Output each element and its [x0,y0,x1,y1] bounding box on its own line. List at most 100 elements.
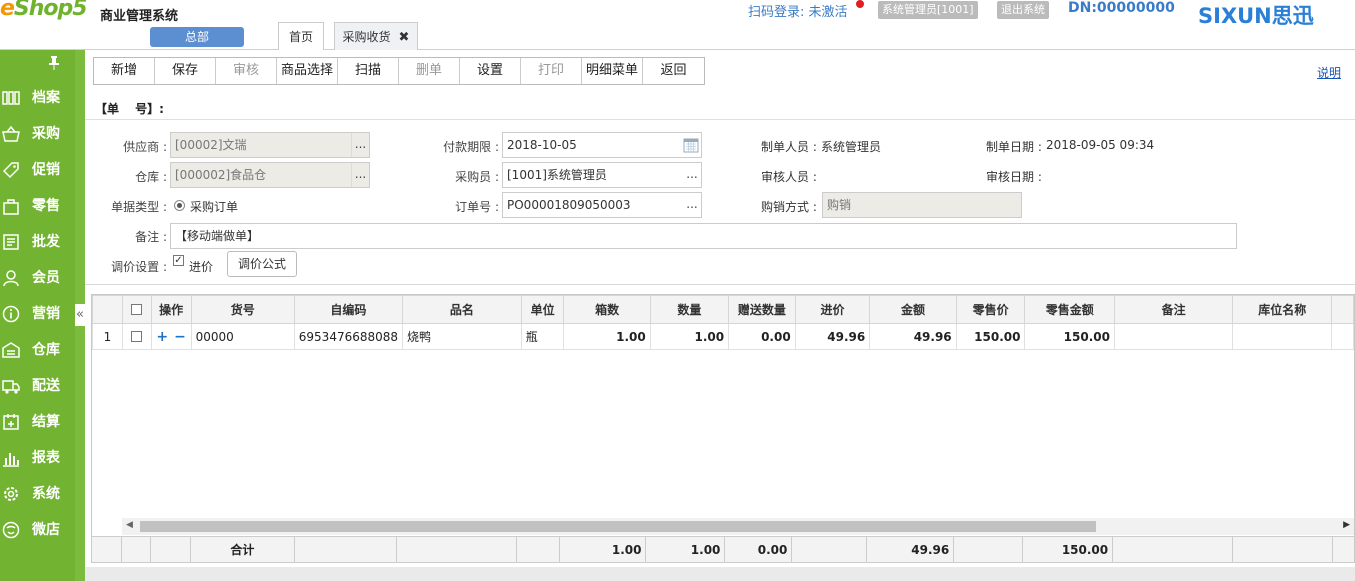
column-header-retail-amount[interactable]: 零售金额 [1024,295,1115,324]
sidebar-item-retail[interactable]: 零售 [0,188,75,224]
buyer-label: 采购员 : [455,170,499,184]
back-button[interactable]: 返回 [643,58,704,84]
sidebar-item-reports[interactable]: 报表 [0,440,75,476]
totals-table: 合计 1.00 1.00 0.00 49.96 150.00 [91,536,1355,563]
column-header-code[interactable]: 货号 [190,295,295,324]
settings-button[interactable]: 设置 [460,58,521,84]
scrollbar-thumb[interactable] [140,521,1096,532]
help-link[interactable]: 说明 [1317,64,1341,81]
column-header-retail[interactable]: 零售价 [955,295,1026,324]
column-header-unit[interactable]: 单位 [520,295,565,324]
scroll-right-icon[interactable]: ▶ [1343,520,1350,530]
cell-gift[interactable]: 0.00 [728,323,796,350]
tab-purchase-receipt[interactable]: 采购收货 ✖ [334,22,418,50]
order-picker-button[interactable]: ... [683,193,701,217]
doctype-radio[interactable] [174,200,185,211]
cell-name[interactable]: 烧鸭 [402,323,522,350]
close-icon[interactable]: ✖ [399,30,410,45]
column-header-boxes[interactable]: 箱数 [563,295,651,324]
cell-amount[interactable]: 49.96 [869,323,957,350]
sidebar-item-member[interactable]: 会员 [0,260,75,296]
scroll-left-icon[interactable]: ◀ [126,520,133,530]
audit-button[interactable]: 审核 [216,58,277,84]
remark-label: 备注 : [135,230,167,244]
sidebar-item-system[interactable]: 系统 [0,476,75,512]
table-row[interactable]: 1 + − 00000 6953476688088 烧鸭 瓶 1.00 1.00 … [92,323,1354,350]
sidebar-collapse-button[interactable]: « [75,304,85,326]
current-user[interactable]: 系统管理员[1001] [878,1,978,19]
warehouse-label: 仓库 : [135,170,167,184]
logout-button[interactable]: 退出系统 [997,1,1049,19]
cell-location[interactable] [1232,323,1333,350]
horizontal-scrollbar[interactable]: ◀ ▶ [122,518,1354,535]
order-number-field[interactable]: PO00001809050003... [502,192,702,218]
cell-boxes[interactable]: 1.00 [563,323,651,350]
sidebar-item-delivery[interactable]: 配送 [0,368,75,404]
pricing-formula-button[interactable]: 调价公式 [227,251,297,277]
doc-number-label: 【单 号】: [95,102,164,116]
cost-price-checkbox[interactable]: ✓ [173,255,184,266]
sidebar-item-wholesale[interactable]: 批发 [0,224,75,260]
sidebar-item-label: 促销 [32,162,60,178]
sidebar-item-promotion[interactable]: 促销 [0,152,75,188]
scan-button[interactable]: 扫描 [338,58,399,84]
delete-doc-button[interactable]: 删单 [399,58,460,84]
add-row-icon[interactable]: + [156,329,168,345]
column-header-location[interactable]: 库位名称 [1232,295,1333,324]
cell-unit[interactable]: 瓶 [520,323,565,350]
buyer-field[interactable]: [1001]系统管理员... [502,162,702,188]
pin-icon[interactable] [49,56,59,74]
toolbar: 新增 保存 审核 商品选择 扫描 删单 设置 打印 明细菜单 返回 [93,57,705,85]
new-button[interactable]: 新增 [94,58,155,84]
remark-field[interactable]: 【移动端做单】 [170,223,1237,249]
branch-button[interactable]: 总部 [150,27,244,47]
warehouse-picker-button[interactable]: ... [351,163,369,187]
tab-home[interactable]: 首页 [278,22,324,50]
sidebar-item-warehouse[interactable]: 仓库 [0,332,75,368]
sidebar-item-archive[interactable]: 档案 [0,80,75,116]
cell-selfcode[interactable]: 6953476688088 [293,323,404,350]
save-button[interactable]: 保存 [155,58,216,84]
print-button[interactable]: 打印 [521,58,582,84]
remove-row-icon[interactable]: − [174,329,186,345]
eshop5-logo: eShop5 [0,0,88,21]
column-header-amount[interactable]: 金额 [869,295,957,324]
scan-login-status[interactable]: 扫码登录: 未激活 [748,1,848,20]
cell-remark[interactable] [1113,323,1234,350]
sidebar-item-label: 仓库 [32,342,60,358]
cell-qty[interactable]: 1.00 [649,323,730,350]
row-checkbox[interactable] [131,330,143,342]
cell-price[interactable]: 49.96 [794,323,871,350]
payment-term-field[interactable]: 2018-10-05 [502,132,702,158]
sidebar-item-label: 批发 [32,234,60,250]
sidebar-item-microshop[interactable]: 微店 [0,512,75,548]
cell-code[interactable]: 00000 [190,323,295,350]
select-all-checkbox[interactable] [131,303,143,315]
sidebar-item-settlement[interactable]: 结算 [0,404,75,440]
select-goods-button[interactable]: 商品选择 [277,58,338,84]
total-cell [1112,536,1233,563]
buyer-picker-button[interactable]: ... [683,163,701,187]
column-header-name[interactable]: 品名 [402,295,522,324]
column-header-select[interactable] [121,295,152,324]
sixun-logo: SIXUN思迅 [1198,4,1314,28]
total-amount: 49.96 [866,536,955,563]
cell-retail[interactable]: 150.00 [955,323,1026,350]
create-date-value: 2018-09-05 09:34 [1046,138,1155,152]
purchase-method-label: 购销方式 : [761,200,817,214]
supplier-field[interactable]: [00002]文瑞... [170,132,370,158]
column-header-qty[interactable]: 数量 [649,295,730,324]
column-header-remark[interactable]: 备注 [1113,295,1234,324]
purchase-method-field[interactable]: 购销 [822,192,1022,218]
column-header-price[interactable]: 进价 [794,295,871,324]
warehouse-field[interactable]: [000002]食品仓... [170,162,370,188]
detail-menu-button[interactable]: 明细菜单 [582,58,643,84]
sidebar-item-marketing[interactable]: 营销 [0,296,75,332]
column-header-gift[interactable]: 赠送数量 [728,295,796,324]
supplier-picker-button[interactable]: ... [351,133,369,157]
cell-retail-amount[interactable]: 150.00 [1024,323,1115,350]
column-header-selfcode[interactable]: 自编码 [293,295,404,324]
sidebar-item-purchase[interactable]: 采购 [0,116,75,152]
calendar-icon[interactable] [683,137,699,153]
row-select-cell[interactable] [121,323,152,350]
